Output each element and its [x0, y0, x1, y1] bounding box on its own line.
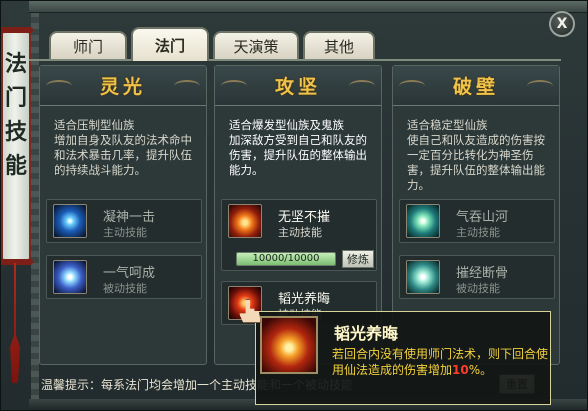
column-suited: 适合压制型仙族	[54, 118, 135, 132]
column-description: 适合稳定型仙族 使自己和队友造成的伤害按一定百分比转化为神圣伤害，提升队伍的整体…	[407, 118, 555, 193]
skill-name: 一气呵成	[103, 266, 156, 281]
tooltip-skill-name: 韬光养晦	[334, 324, 399, 343]
tassel-ornament	[10, 263, 20, 383]
side-title-banner: 法 门 技 能	[1, 27, 33, 265]
tab-tianyance[interactable]: 天演策	[213, 31, 299, 59]
header-ornament	[399, 80, 425, 92]
header-ornament	[527, 80, 553, 92]
close-icon: X	[556, 16, 568, 32]
header-ornament	[46, 80, 72, 92]
skill-slot[interactable]: 摧经断骨 被动技能	[399, 255, 555, 299]
fist-strike-icon	[406, 260, 440, 294]
ice-orb-icon	[53, 204, 87, 238]
column-effect: 加深敌方受到自己和队友的伤害，提升队伍的整体输出能力。	[229, 133, 367, 177]
skill-tooltip: 韬光养晦 若回合内没有使用师门法术，则下回合使用仙法造成的伤害增加10%。	[255, 311, 551, 405]
window-top-frame	[29, 1, 587, 13]
header-ornament	[221, 80, 247, 92]
column-header: 破壁	[393, 66, 559, 106]
column-header: 攻坚	[215, 66, 381, 106]
column-description: 适合压制型仙族 增加自身及队友的法术命中和法术暴击几率，提升队伍的持续战斗能力。	[54, 118, 202, 178]
column-description: 适合爆发型仙族及鬼族 加深敌方受到自己和队友的伤害，提升队伍的整体输出能力。	[229, 118, 377, 178]
skill-slot[interactable]: 一气呵成 被动技能	[46, 255, 202, 299]
skill-window: 法 门 技 能 X 师门 天演策 其他 法门 灵光 适合压制型仙族 增加自身及队…	[0, 0, 588, 411]
skill-type: 主动技能	[103, 226, 147, 239]
column-title: 攻坚	[274, 76, 321, 98]
progress-text: 10000/10000	[252, 253, 320, 264]
skill-name: 无坚不摧	[278, 210, 331, 225]
close-button[interactable]: X	[549, 11, 575, 37]
train-button[interactable]: 修炼	[342, 250, 374, 268]
skill-name: 韬光养晦	[278, 292, 331, 307]
skill-slot[interactable]: 气吞山河 主动技能	[399, 199, 555, 243]
tab-shimen[interactable]: 师门	[49, 31, 127, 59]
lightning-orb-icon	[53, 260, 87, 294]
side-title-char: 技	[4, 119, 27, 145]
tab-famen[interactable]: 法门	[131, 27, 209, 61]
skill-slot[interactable]: 凝神一击 主动技能	[46, 199, 202, 243]
column-effect: 增加自身及队友的法术命中和法术暴击几率，提升队伍的持续战斗能力。	[54, 133, 192, 177]
column-header: 灵光	[40, 66, 206, 106]
skill-name: 凝神一击	[103, 210, 156, 225]
skill-type: 被动技能	[456, 282, 500, 295]
header-ornament	[174, 80, 200, 92]
column-title: 灵光	[99, 76, 146, 98]
column-title: 破壁	[452, 76, 499, 98]
tooltip-desc-text: 若回合内没有使用师门法术，则下回合使用仙法造成的伤害增加	[332, 347, 549, 377]
column-effect: 使自己和队友造成的伤害按一定百分比转化为神圣伤害，提升队伍的整体输出能力。	[407, 133, 545, 192]
skill-progress-bar: 10000/10000	[236, 252, 336, 266]
tab-qita[interactable]: 其他	[303, 31, 375, 59]
wind-swirl-icon	[406, 204, 440, 238]
skill-slot[interactable]: 无坚不摧 主动技能 10000/10000 修炼	[221, 199, 377, 271]
flame-warrior-icon	[228, 204, 262, 238]
skill-name: 摧经断骨	[456, 266, 509, 281]
skill-type: 被动技能	[103, 282, 147, 295]
school-column-lingguang: 灵光 适合压制型仙族 增加自身及队友的法术命中和法术暴击几率，提升队伍的持续战斗…	[39, 65, 207, 365]
column-suited: 适合稳定型仙族	[407, 118, 488, 132]
column-suited: 适合爆发型仙族及鬼族	[229, 118, 344, 132]
side-title-char: 能	[4, 153, 27, 179]
tooltip-desc-suffix: %。	[468, 363, 493, 377]
fire-burst-icon	[260, 316, 318, 374]
skill-type: 主动技能	[278, 226, 322, 239]
tooltip-desc-value: 10	[452, 363, 469, 377]
side-title-char: 法	[4, 51, 27, 77]
side-title-char: 门	[4, 85, 27, 111]
skill-name: 气吞山河	[456, 210, 509, 225]
tooltip-description: 若回合内没有使用师门法术，则下回合使用仙法造成的伤害增加10%。	[332, 346, 548, 378]
header-ornament	[349, 80, 375, 92]
banner-rod-top	[1, 27, 33, 33]
skill-type: 主动技能	[456, 226, 500, 239]
